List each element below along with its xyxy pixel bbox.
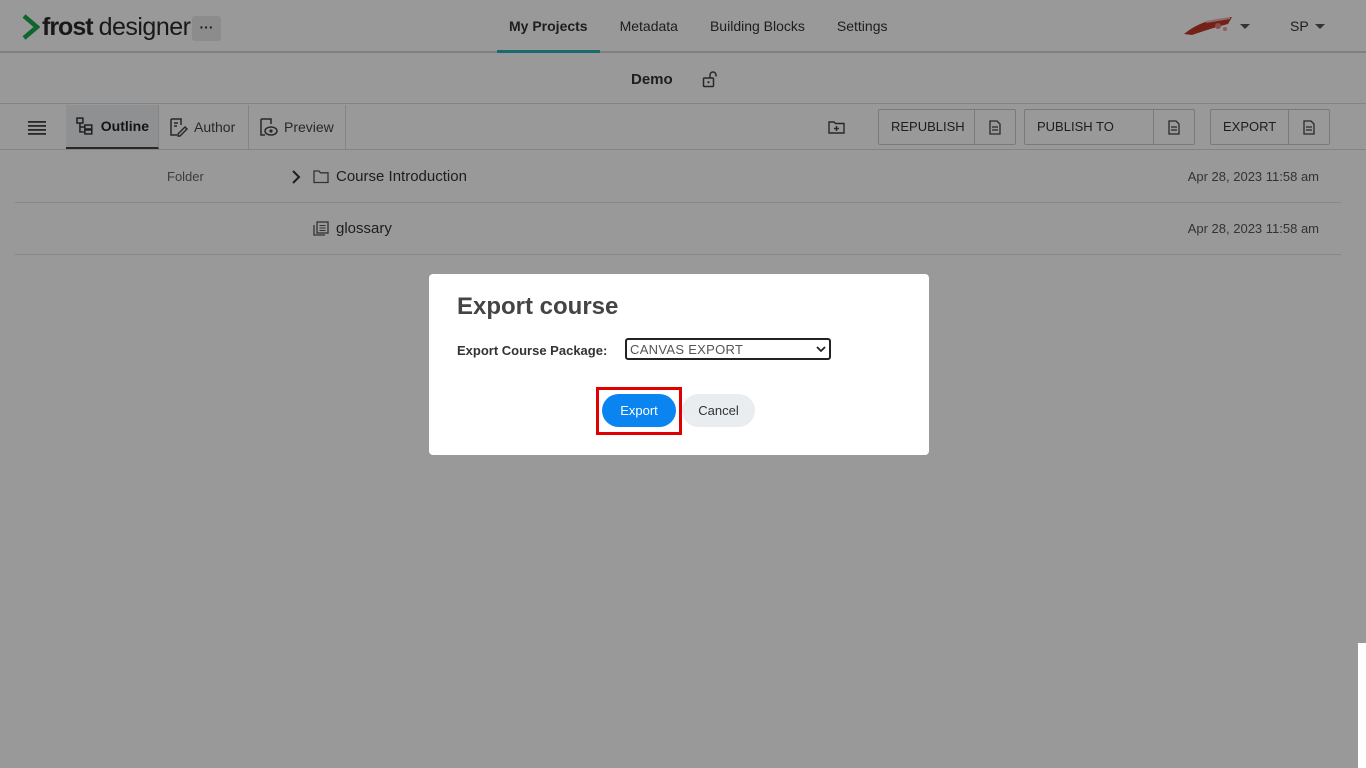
chevron-down-icon [816, 345, 826, 352]
dialog-title: Export course [457, 293, 619, 320]
export-package-label: Export Course Package: [457, 343, 608, 358]
selected-package: CANVAS EXPORT [630, 341, 744, 357]
export-button[interactable]: Export [602, 394, 676, 427]
scrollbar-track[interactable] [1358, 643, 1366, 768]
export-package-select[interactable]: CANVAS EXPORT [625, 338, 831, 360]
export-course-dialog: Export course Export Course Package: CAN… [429, 274, 929, 455]
cancel-button[interactable]: Cancel [682, 394, 755, 427]
